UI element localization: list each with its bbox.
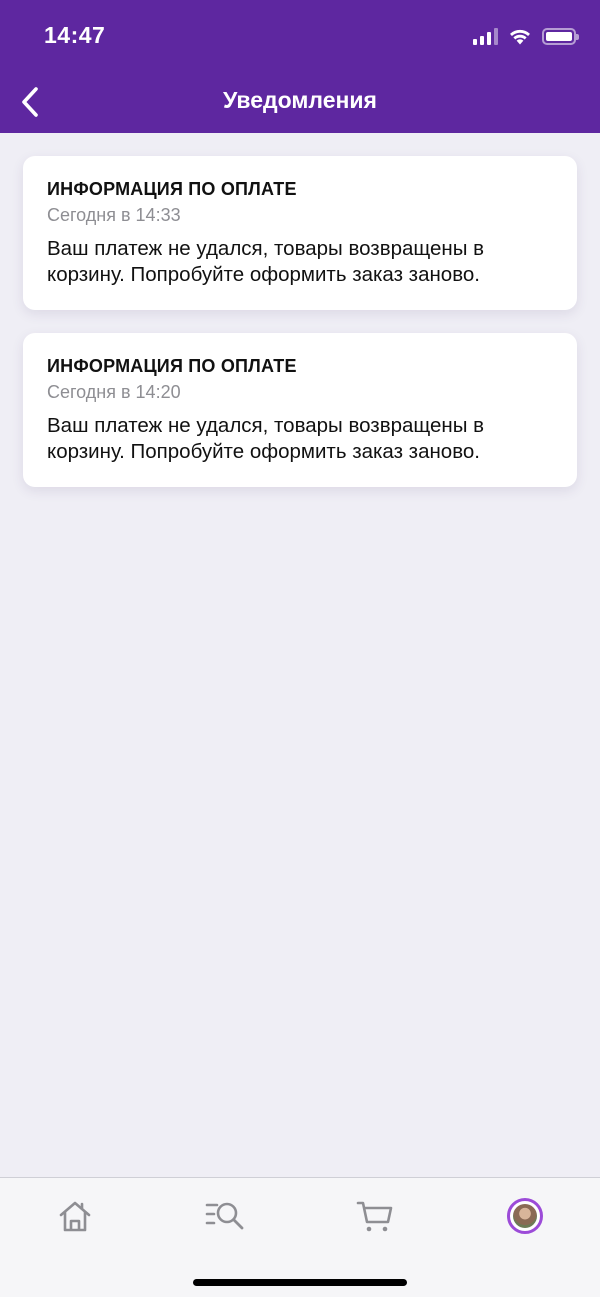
page-title: Уведомления — [223, 87, 377, 113]
notification-card[interactable]: ИНФОРМАЦИЯ ПО ОПЛАТЕ Сегодня в 14:33 Ваш… — [23, 156, 577, 310]
cart-icon — [356, 1201, 393, 1232]
tab-cart[interactable] — [353, 1194, 397, 1238]
battery-icon — [542, 27, 579, 45]
notification-text: Ваш платеж не удался, товары возвращены … — [47, 237, 485, 286]
home-icon — [59, 1201, 91, 1232]
status-time: 14:47 — [44, 22, 106, 48]
notification-card[interactable]: ИНФОРМАЦИЯ ПО ОПЛАТЕ Сегодня в 14:20 Ваш… — [23, 333, 577, 487]
notifications-screen: 14:47 Уведомления ИНФОРМАЦИЯ ПО ОПЛАТЕ С… — [0, 0, 600, 1297]
tab-profile[interactable] — [503, 1194, 547, 1238]
tab-home[interactable] — [53, 1194, 97, 1238]
notification-time: Сегодня в 14:33 — [47, 205, 181, 225]
notification-time: Сегодня в 14:20 — [47, 382, 181, 402]
wifi-icon — [510, 29, 530, 45]
cellular-signal-icon — [473, 27, 498, 45]
notification-text: Ваш платеж не удался, товары возвращены … — [47, 414, 485, 463]
tab-catalog[interactable] — [203, 1194, 247, 1238]
app-header: 14:47 Уведомления — [0, 0, 600, 133]
notification-list: ИНФОРМАЦИЯ ПО ОПЛАТЕ Сегодня в 14:33 Ваш… — [23, 156, 577, 510]
notification-title: ИНФОРМАЦИЯ ПО ОПЛАТЕ — [47, 179, 297, 199]
profile-avatar-icon — [513, 1204, 537, 1228]
catalog-search-icon — [205, 1202, 244, 1230]
avatar — [507, 1198, 543, 1234]
home-indicator — [193, 1279, 407, 1286]
notification-title: ИНФОРМАЦИЯ ПО ОПЛАТЕ — [47, 356, 297, 376]
status-icons — [473, 24, 579, 48]
